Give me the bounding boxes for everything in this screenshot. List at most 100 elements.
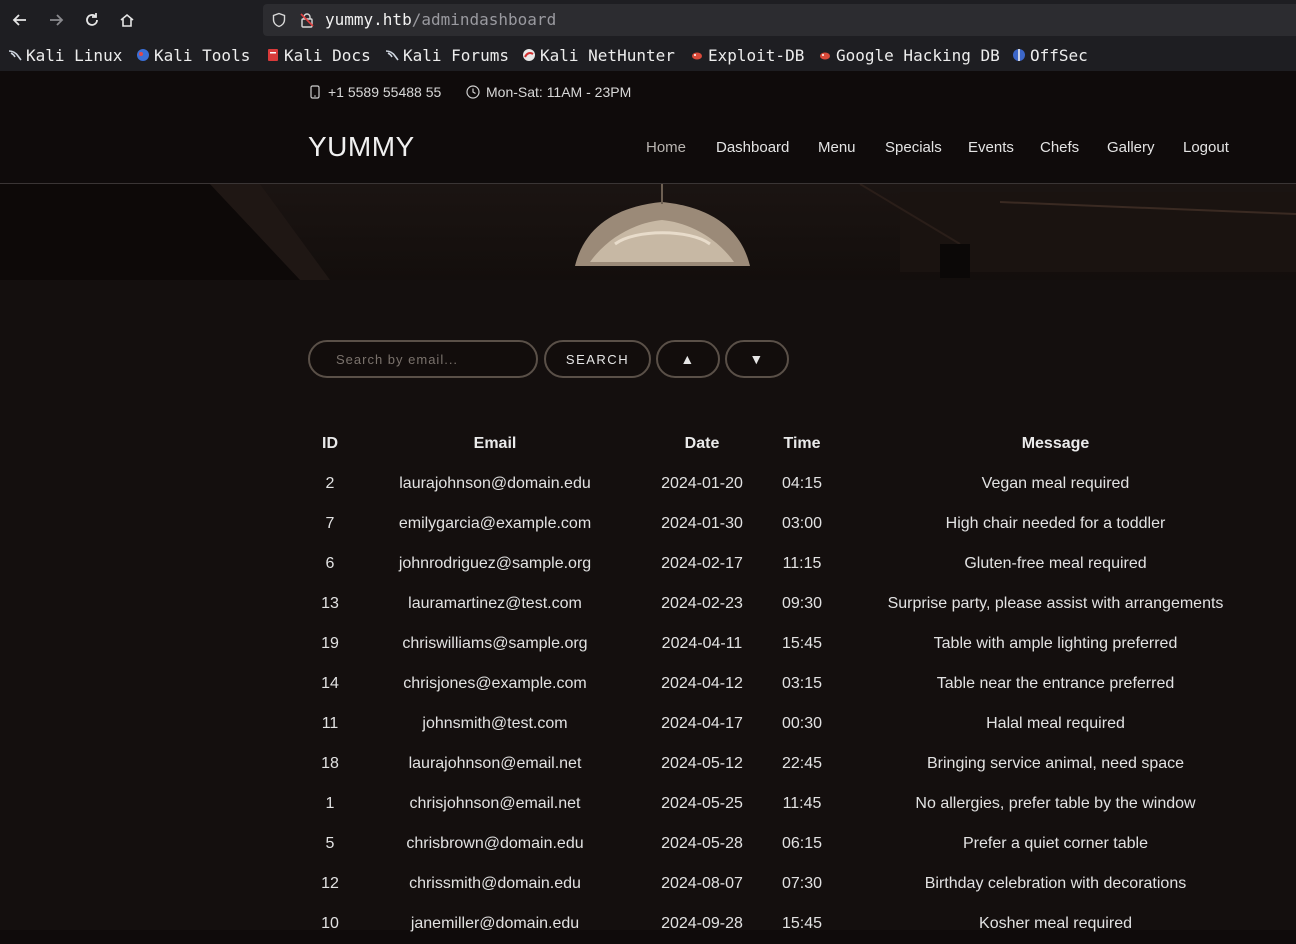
kali-docs-icon (268, 49, 278, 61)
cell-message: Bringing service animal, need space (926, 755, 1185, 772)
bookmarks-bar: Kali Linux Kali Tools Kali Docs Kali For… (0, 40, 1296, 72)
bookmark-kali-tools[interactable]: Kali Tools (136, 45, 250, 65)
bookmark-label: Kali Docs (284, 45, 371, 65)
cell-id: 7 (325, 515, 335, 532)
cell-id: 1 (325, 795, 335, 812)
cell-time: 03:15 (781, 675, 823, 692)
cell-time: 15:45 (781, 635, 823, 652)
nav-logout[interactable]: Logout (1183, 139, 1229, 156)
restaurant-interior-image (0, 184, 1296, 280)
opening-hours: Mon-Sat: 11AM - 23PM (486, 84, 632, 100)
shield-icon (272, 12, 286, 28)
bookmark-offsec[interactable]: OffSec (1012, 45, 1088, 65)
cell-id: 11 (321, 715, 339, 732)
cell-time: 03:00 (781, 515, 823, 532)
cell-date: 2024-01-20 (661, 475, 743, 492)
cell-time: 11:15 (782, 555, 822, 572)
search-button[interactable]: SEARCH (544, 340, 651, 378)
bookmark-kali-linux[interactable]: Kali Linux (8, 45, 122, 65)
cell-email: janemiller@domain.edu (410, 915, 580, 932)
site-header: YUMMY Home Dashboard Menu Specials Event… (0, 113, 1296, 184)
cell-date: 2024-05-25 (661, 795, 743, 812)
contact-topbar: +1 5589 55488 55 Mon-Sat: 11AM - 23PM (0, 71, 1296, 113)
nav-specials[interactable]: Specials (885, 139, 942, 156)
address-bar[interactable]: yummy.htb/admindashboard (263, 4, 1296, 36)
table-row: 1 chrisjohnson@email.net 2024-05-25 11:4… (308, 784, 1273, 824)
cell-id: 5 (325, 835, 335, 852)
bookmark-google-hacking-db[interactable]: Google Hacking DB (818, 45, 1000, 65)
cell-email: lauramartinez@test.com (408, 595, 582, 612)
email-search-input[interactable] (308, 340, 538, 378)
cell-message: High chair needed for a toddler (945, 515, 1166, 532)
table-row: 5 chrisbrown@domain.edu 2024-05-28 06:15… (308, 824, 1273, 864)
exploit-db-icon (692, 52, 702, 60)
cell-id: 19 (321, 635, 339, 652)
header-message: Message (1021, 435, 1090, 452)
sort-descending-button[interactable]: ▼ (725, 340, 789, 378)
cell-date: 2024-01-30 (661, 515, 743, 532)
cell-time: 04:15 (781, 475, 823, 492)
bookmark-exploit-db[interactable]: Exploit-DB (690, 45, 804, 65)
kali-dragon-icon (8, 50, 22, 61)
cell-id: 18 (321, 755, 339, 772)
sort-ascending-button[interactable]: ▲ (656, 340, 720, 378)
cell-date: 2024-08-07 (661, 875, 743, 892)
cell-message: Table with ample lighting preferred (933, 635, 1178, 652)
hero-banner (0, 184, 1296, 280)
cell-email: emilygarcia@example.com (398, 515, 592, 532)
cell-message: No allergies, prefer table by the window (915, 795, 1196, 812)
bookmark-label: Kali NetHunter (540, 45, 675, 65)
nav-dashboard[interactable]: Dashboard (716, 139, 789, 156)
nav-events[interactable]: Events (968, 139, 1014, 156)
bookmark-kali-forums[interactable]: Kali Forums (385, 45, 509, 65)
cell-email: chrisjohnson@email.net (409, 795, 581, 812)
table-row: 19 chriswilliams@sample.org 2024-04-11 1… (308, 624, 1273, 664)
offsec-icon (1013, 49, 1025, 61)
phone-number: +1 5589 55488 55 (328, 84, 442, 100)
cell-id: 14 (321, 675, 339, 692)
cell-email: chrisbrown@domain.edu (406, 835, 584, 852)
table-row: 13 lauramartinez@test.com 2024-02-23 09:… (308, 584, 1273, 624)
table-header-row: ID Email Date Time Message (308, 424, 1273, 464)
cell-email: laurajohnson@domain.edu (399, 475, 591, 492)
back-arrow-icon[interactable] (8, 8, 32, 32)
header-date: Date (684, 435, 720, 452)
nav-gallery[interactable]: Gallery (1107, 139, 1155, 156)
cell-time: 15:45 (781, 915, 823, 932)
bookmark-kali-nethunter[interactable]: Kali NetHunter (522, 45, 675, 65)
site-logo[interactable]: YUMMY (308, 131, 415, 163)
bookmark-label: Exploit-DB (708, 45, 805, 65)
cell-date: 2024-05-28 (661, 835, 743, 852)
nav-menu[interactable]: Menu (818, 139, 856, 156)
reservations-table: ID Email Date Time Message 2 laurajohnso… (308, 424, 1273, 944)
header-id: ID (322, 435, 338, 452)
phone-icon (310, 85, 320, 99)
cell-message: Prefer a quiet corner table (963, 835, 1148, 852)
url-host: yummy.htb (325, 10, 412, 29)
cell-time: 09:30 (781, 595, 823, 612)
cell-message: Table near the entrance preferred (936, 675, 1175, 692)
cell-email: johnrodriguez@sample.org (398, 555, 592, 572)
nethunter-icon (523, 49, 535, 61)
forward-arrow-icon[interactable] (44, 8, 68, 32)
bookmark-label: Kali Linux (26, 45, 123, 65)
cell-date: 2024-02-17 (661, 555, 743, 572)
home-icon[interactable] (115, 8, 139, 32)
bookmark-kali-docs[interactable]: Kali Docs (266, 45, 371, 65)
cell-id: 2 (325, 475, 335, 492)
cell-id: 12 (321, 875, 339, 892)
cell-email: chrisjones@example.com (403, 675, 587, 692)
nav-home[interactable]: Home (646, 139, 686, 156)
reload-icon[interactable] (80, 8, 104, 32)
cell-date: 2024-02-23 (661, 595, 743, 612)
header-time: Time (783, 435, 821, 452)
bookmark-label: OffSec (1030, 45, 1088, 65)
cell-date: 2024-04-11 (661, 635, 743, 652)
table-row: 7 emilygarcia@example.com 2024-01-30 03:… (308, 504, 1273, 544)
cell-time: 11:45 (782, 795, 822, 812)
table-row: 18 laurajohnson@email.net 2024-05-12 22:… (308, 744, 1273, 784)
cell-date: 2024-04-17 (661, 715, 743, 732)
hours-info: Mon-Sat: 11AM - 23PM (466, 84, 631, 100)
cell-email: johnsmith@test.com (422, 715, 568, 732)
nav-chefs[interactable]: Chefs (1040, 139, 1079, 156)
